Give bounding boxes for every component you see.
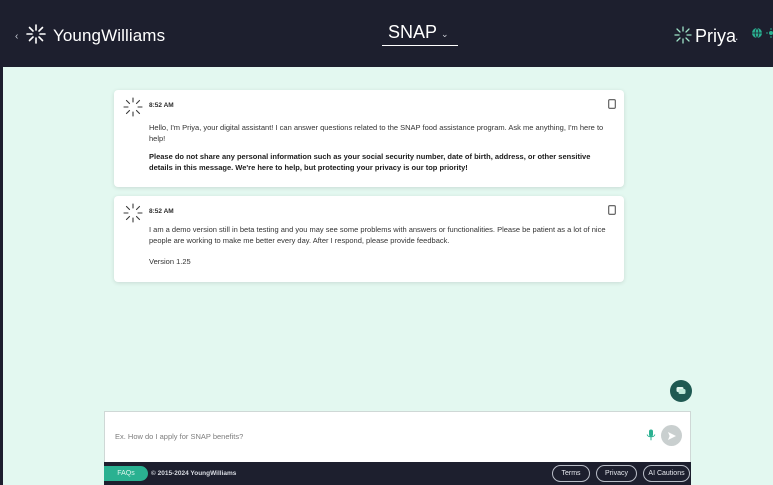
chevron-down-icon: ⌄: [441, 29, 449, 39]
app-frame: ‹ YoungWilliams SNAP ⌄ Priya . 8:52 AM H…: [0, 0, 773, 485]
send-button[interactable]: [661, 425, 682, 446]
assistant-name-dot: .: [735, 29, 739, 43]
program-selector[interactable]: SNAP ⌄: [382, 22, 458, 46]
microphone-icon[interactable]: [646, 429, 656, 441]
chat-toggle-button[interactable]: [670, 380, 692, 402]
brand-name: YoungWilliams: [53, 26, 166, 45]
priya-avatar-icon: [123, 203, 143, 223]
copy-icon[interactable]: [608, 99, 616, 109]
chat-bubble-icon: [676, 387, 686, 394]
youngwilliams-logo-icon: [26, 24, 46, 44]
assistant-message: 8:52 AM I am a demo version still in bet…: [114, 196, 624, 282]
footer-bar: FAQs © 2015-2024 YoungWilliams Terms Pri…: [104, 462, 691, 485]
faqs-button[interactable]: FAQs: [104, 466, 148, 481]
assistant-name: Priya: [695, 26, 737, 46]
message-timestamp: 8:52 AM: [149, 102, 174, 109]
priya-avatar-icon: [123, 97, 143, 117]
program-label: SNAP: [388, 22, 438, 42]
message-composer: [104, 411, 691, 462]
message-timestamp: 8:52 AM: [149, 208, 174, 215]
priya-logo-icon: [674, 26, 692, 44]
message-input[interactable]: [115, 428, 635, 444]
send-icon: [668, 432, 676, 440]
assistant-message: 8:52 AM Hello, I'm Priya, your digital a…: [114, 90, 624, 187]
globe-icon[interactable]: [751, 27, 763, 39]
top-header: ‹ YoungWilliams SNAP ⌄ Priya .: [3, 0, 773, 67]
sun-icon[interactable]: [766, 28, 773, 38]
privacy-link[interactable]: Privacy: [596, 465, 637, 482]
message-text: I am a demo version still in beta testin…: [149, 225, 606, 245]
terms-link[interactable]: Terms: [552, 465, 590, 482]
back-chevron-icon[interactable]: ‹: [15, 31, 18, 42]
ai-cautions-link[interactable]: AI Cautions: [643, 465, 690, 482]
privacy-warning-text: Please do not share any personal informa…: [149, 152, 591, 172]
version-text: Version 1.25: [149, 257, 191, 266]
message-text: Hello, I'm Priya, your digital assistant…: [149, 123, 604, 143]
copy-icon[interactable]: [608, 205, 616, 215]
copyright-text: © 2015-2024 YoungWilliams: [151, 470, 237, 477]
